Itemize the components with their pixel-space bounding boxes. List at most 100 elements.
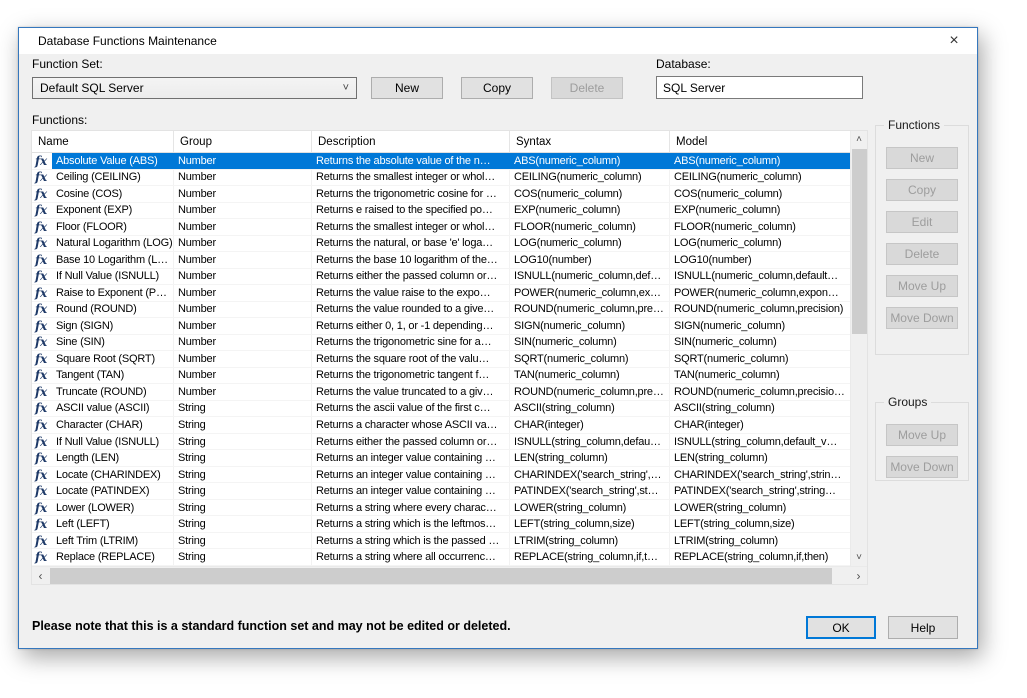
scroll-left-icon[interactable]: ‹: [32, 567, 49, 584]
cell-group: Number: [174, 268, 312, 285]
scroll-right-icon[interactable]: ›: [850, 567, 867, 584]
scroll-up-icon[interactable]: ˄: [851, 131, 867, 148]
table-row[interactable]: fx ASCII value (ASCII) String Returns th…: [32, 400, 850, 418]
table-row[interactable]: fx Lower (LOWER) String Returns a string…: [32, 499, 850, 517]
table-row[interactable]: fx Raise to Exponent (P… Number Returns …: [32, 285, 850, 302]
column-header-syntax[interactable]: Syntax: [510, 131, 670, 152]
table-row[interactable]: fx Sine (SIN) Number Returns the trigono…: [32, 334, 850, 352]
table-row[interactable]: fx Natural Logarithm (LOG) Number Return…: [32, 235, 850, 253]
table-row[interactable]: fx Sign (SIGN) Number Returns either 0, …: [32, 318, 850, 335]
table-header: Name Group Description Syntax Model: [32, 131, 867, 153]
cell-name: Sine (SIN): [52, 334, 174, 351]
cell-name: Locate (PATINDEX): [52, 483, 174, 499]
help-button[interactable]: Help: [888, 616, 958, 639]
cell-description: Returns an integer value containing …: [312, 450, 510, 466]
scroll-down-icon[interactable]: ˅: [851, 549, 867, 566]
cell-description: Returns the absolute value of the n…: [312, 153, 510, 169]
function-move-up-button[interactable]: Move Up: [886, 275, 958, 297]
table-row[interactable]: fx Replace (REPLACE) String Returns a st…: [32, 549, 850, 566]
vertical-scrollbar[interactable]: ˄ ˅: [850, 131, 867, 566]
table-row[interactable]: fx Character (CHAR) String Returns a cha…: [32, 417, 850, 434]
table-row[interactable]: fx Square Root (SQRT) Number Returns the…: [32, 351, 850, 368]
table-row[interactable]: fx Truncate (ROUND) Number Returns the v…: [32, 384, 850, 401]
group-move-down-button[interactable]: Move Down: [886, 456, 958, 478]
cell-model: LEN(string_column): [674, 452, 768, 465]
cell-group: Number: [174, 169, 312, 186]
functions-group-title: Functions: [884, 118, 945, 132]
function-edit-button[interactable]: Edit: [886, 211, 958, 233]
table-row[interactable]: fx Locate (CHARINDEX) String Returns an …: [32, 466, 850, 484]
fx-icon: fx: [35, 500, 47, 515]
cell-group: Number: [174, 235, 312, 252]
table-row[interactable]: fx Length (LEN) String Returns an intege…: [32, 450, 850, 467]
cell-description: Returns the value truncated to a giv…: [312, 384, 510, 400]
cell-syntax: CHAR(integer): [510, 417, 670, 433]
cell-name: Floor (FLOOR): [52, 219, 174, 235]
fx-icon: fx: [35, 203, 47, 218]
cell-group: Number: [174, 351, 312, 367]
table-row[interactable]: fx Absolute Value (ABS) Number Returns t…: [32, 153, 850, 170]
table-row[interactable]: fx Left Trim (LTRIM) String Returns a st…: [32, 532, 850, 550]
table-row[interactable]: fx Locate (PATINDEX) String Returns an i…: [32, 483, 850, 500]
column-header-description[interactable]: Description: [312, 131, 510, 152]
column-header-group[interactable]: Group: [174, 131, 312, 152]
fx-icon: fx: [35, 467, 47, 482]
cell-description: Returns either the passed column or…: [312, 433, 510, 450]
cell-syntax: LEN(string_column): [510, 450, 670, 466]
cell-syntax: CHARINDEX('search_string',…: [510, 466, 670, 483]
table-row[interactable]: fx Base 10 Logarithm (L… Number Returns …: [32, 252, 850, 269]
cell-group: Number: [174, 186, 312, 202]
cell-model: ROUND(numeric_column,precisio…: [674, 385, 845, 398]
ok-button[interactable]: OK: [806, 616, 876, 639]
cell-name: Lower (LOWER): [52, 499, 174, 516]
table-row[interactable]: fx Round (ROUND) Number Returns the valu…: [32, 301, 850, 319]
function-delete-button[interactable]: Delete: [886, 243, 958, 265]
function-copy-button[interactable]: Copy: [886, 179, 958, 201]
table-row[interactable]: fx Floor (FLOOR) Number Returns the smal…: [32, 219, 850, 236]
group-move-up-button[interactable]: Move Up: [886, 424, 958, 446]
fx-icon: fx: [35, 351, 47, 366]
vertical-scrollbar-thumb[interactable]: [852, 149, 867, 334]
copy-function-set-button[interactable]: Copy: [461, 77, 533, 99]
cell-name: If Null Value (ISNULL): [52, 433, 174, 450]
delete-function-set-button[interactable]: Delete: [551, 77, 623, 99]
cell-description: Returns the trigonometric cosine for …: [312, 186, 510, 202]
function-set-combobox[interactable]: Default SQL Server ˅: [32, 77, 357, 99]
cell-description: Returns a string which is the leftmos…: [312, 516, 510, 532]
cell-name: Base 10 Logarithm (L…: [52, 252, 174, 268]
table-row[interactable]: fx Ceiling (CEILING) Number Returns the …: [32, 169, 850, 187]
horizontal-scrollbar[interactable]: ‹ ›: [32, 566, 867, 584]
column-header-name[interactable]: Name: [32, 131, 174, 152]
cell-name: Square Root (SQRT): [52, 351, 174, 367]
table-row[interactable]: fx Tangent (TAN) Number Returns the trig…: [32, 367, 850, 385]
table-row[interactable]: fx Exponent (EXP) Number Returns e raise…: [32, 202, 850, 220]
cell-model: SIN(numeric_column): [674, 336, 777, 349]
table-row[interactable]: fx If Null Value (ISNULL) String Returns…: [32, 433, 850, 451]
cell-group: String: [174, 417, 312, 433]
table-row[interactable]: fx Left (LEFT) String Returns a string w…: [32, 516, 850, 533]
cell-name: Sign (SIGN): [52, 318, 174, 334]
cell-model: SQRT(numeric_column): [674, 352, 789, 365]
table-row[interactable]: fx Cosine (COS) Number Returns the trigo…: [32, 186, 850, 203]
cell-model: ABS(numeric_column): [670, 153, 850, 169]
horizontal-scrollbar-thumb[interactable]: [50, 568, 832, 584]
cell-description: Returns the trigonometric sine for a…: [312, 334, 510, 351]
column-header-model[interactable]: Model: [670, 131, 867, 152]
close-icon[interactable]: ×: [937, 28, 971, 53]
new-function-set-button[interactable]: New: [371, 77, 443, 99]
function-move-down-button[interactable]: Move Down: [886, 307, 958, 329]
cell-model: TAN(numeric_column): [674, 369, 780, 382]
table-row[interactable]: fx If Null Value (ISNULL) Number Returns…: [32, 268, 850, 286]
cell-description: Returns an integer value containing …: [312, 483, 510, 499]
fx-icon: fx: [35, 269, 47, 284]
cell-syntax: ISNULL(numeric_column,def…: [510, 268, 670, 285]
cell-group: Number: [174, 301, 312, 318]
cell-syntax: LEFT(string_column,size): [510, 516, 670, 532]
database-field[interactable]: [656, 76, 863, 99]
cell-syntax: ROUND(numeric_column,pre…: [510, 301, 670, 318]
functions-table-label: Functions:: [32, 113, 88, 127]
cell-name: Ceiling (CEILING): [52, 169, 174, 186]
titlebar: Database Functions Maintenance ×: [19, 28, 977, 54]
cell-syntax: ISNULL(string_column,defau…: [510, 433, 670, 450]
function-new-button[interactable]: New: [886, 147, 958, 169]
